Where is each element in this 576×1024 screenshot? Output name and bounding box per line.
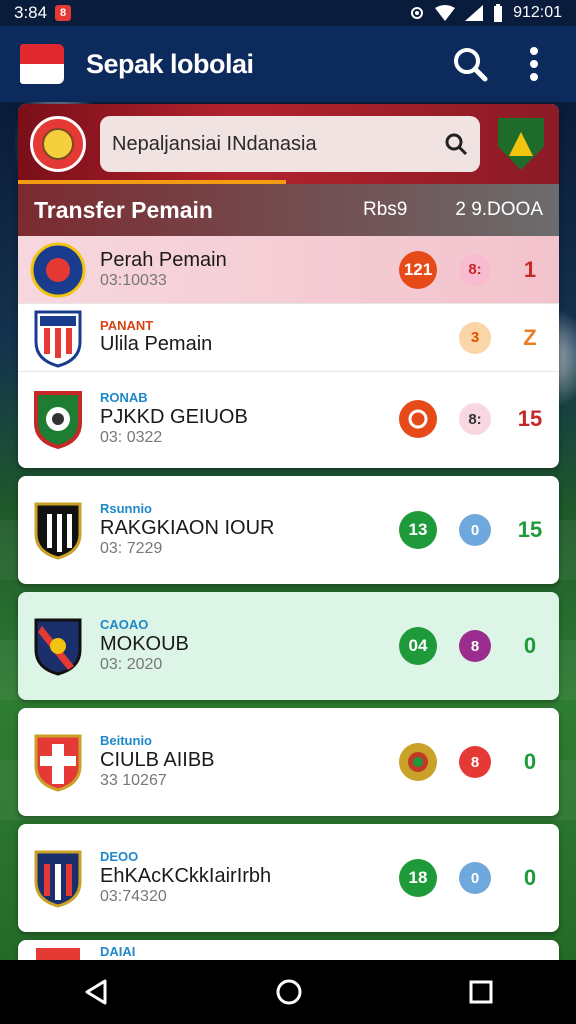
more-vert-icon bbox=[530, 47, 538, 81]
club-code: 03: 7229 bbox=[100, 539, 163, 557]
club-crest-icon bbox=[34, 502, 82, 560]
count-badge: 8: bbox=[459, 253, 491, 286]
row-value: 15 bbox=[517, 517, 543, 542]
app-bar: Sepak lobolai bbox=[0, 26, 576, 102]
status-bar: 3:84 8 912:01 bbox=[0, 0, 576, 26]
search-input[interactable]: Nepaljansiai INdanasia bbox=[100, 116, 480, 172]
club-list: Rsunnio RAKGKIAON IOUR 03: 7229 13 0 15 … bbox=[18, 476, 559, 968]
row-value: 15 bbox=[517, 406, 543, 431]
count-badge: 8 bbox=[459, 746, 491, 778]
transfer-card: Nepaljansiai INdanasia Transfer Pemain R… bbox=[18, 104, 559, 468]
club-crest-icon bbox=[34, 734, 82, 792]
player-name: PJKKD GEIUOB bbox=[100, 405, 248, 428]
row-value: 0 bbox=[523, 865, 537, 890]
row-category: CAOAO bbox=[100, 616, 149, 632]
score-badge: 18 bbox=[399, 859, 437, 897]
status-clock: 912:01 bbox=[513, 4, 562, 21]
row-value: 0 bbox=[523, 633, 537, 658]
row-category: RONAB bbox=[100, 389, 148, 405]
row-value: 0 bbox=[523, 749, 537, 774]
league-header: Nepaljansiai INdanasia bbox=[18, 104, 559, 184]
section-header: Transfer Pemain Rbs9 2 9.DOOA bbox=[18, 184, 559, 236]
club-logo-left[interactable] bbox=[30, 116, 86, 172]
list-item[interactable]: RONAB PJKKD GEIUOB 03: 0322 8: 15 bbox=[18, 372, 559, 466]
player-code: 03: 0322 bbox=[100, 428, 163, 446]
club-crest-icon bbox=[34, 391, 82, 449]
row-value: Z bbox=[523, 324, 537, 350]
section-col-right: 2 9.DOOA bbox=[455, 199, 543, 220]
club-name: CIULB AIIBB bbox=[100, 748, 215, 771]
player-name: Perah Pemain bbox=[100, 248, 227, 271]
club-logo-right[interactable] bbox=[498, 118, 544, 170]
list-item[interactable]: Rsunnio RAKGKIAON IOUR 03: 7229 13 0 15 bbox=[18, 476, 559, 584]
score-badge: 121 bbox=[399, 250, 437, 289]
wifi-icon bbox=[435, 5, 456, 21]
signal-icon bbox=[465, 5, 484, 21]
club-code: 33 10267 bbox=[100, 771, 167, 789]
row-category: Rsunnio bbox=[100, 500, 152, 516]
system-nav-bar bbox=[0, 960, 576, 1024]
row-category: DAIAI bbox=[100, 944, 136, 959]
gear-icon bbox=[411, 7, 424, 19]
club-code: 03: 2020 bbox=[100, 655, 163, 673]
tab-indicator bbox=[18, 180, 286, 184]
section-col-mid: Rbs9 bbox=[362, 199, 408, 220]
score-badge: 04 bbox=[399, 627, 437, 665]
search-text: Nepaljansiai INdanasia bbox=[112, 132, 317, 155]
club-code: 03:74320 bbox=[100, 887, 167, 905]
search-icon bbox=[445, 133, 468, 156]
count-badge: 8 bbox=[459, 630, 491, 662]
club-name: MOKOUB bbox=[100, 632, 189, 655]
list-item[interactable]: Beitunio CIULB AIIBB 33 10267 8 0 bbox=[18, 708, 559, 816]
search-button[interactable] bbox=[448, 42, 492, 86]
player-code: 03:10033 bbox=[100, 271, 167, 289]
club-badge-icon bbox=[399, 400, 437, 438]
home-icon[interactable] bbox=[275, 978, 303, 1006]
club-badge-icon bbox=[399, 743, 437, 781]
count-badge: 0 bbox=[459, 862, 491, 894]
notification-icon: 8 bbox=[55, 5, 72, 21]
club-crest-icon bbox=[34, 310, 82, 368]
list-item[interactable]: DEOO EhKAcKCkkIairIrbh 03:74320 18 0 0 bbox=[18, 824, 559, 932]
row-value: 1 bbox=[523, 256, 537, 282]
recents-icon[interactable] bbox=[469, 980, 493, 1004]
row-category: Beitunio bbox=[100, 732, 152, 748]
list-item[interactable]: PANANT Ulila Pemain 3 Z bbox=[18, 304, 559, 372]
club-name: EhKAcKCkkIairIrbh bbox=[100, 864, 272, 887]
indonesia-flag-icon bbox=[20, 44, 64, 84]
player-name: Ulila Pemain bbox=[100, 333, 213, 356]
app-title: Sepak lobolai bbox=[86, 48, 254, 79]
count-badge: 8: bbox=[459, 403, 491, 435]
status-time: 3:84 bbox=[14, 3, 48, 22]
section-title: Transfer Pemain bbox=[34, 196, 213, 223]
list-item[interactable]: Perah Pemain 03:10033 121 8: 1 bbox=[18, 236, 559, 304]
row-category: DEOO bbox=[100, 848, 139, 864]
search-icon bbox=[454, 48, 488, 82]
count-badge: 0 bbox=[459, 514, 491, 546]
battery-icon bbox=[494, 4, 503, 22]
score-badge: 13 bbox=[399, 511, 437, 549]
back-icon[interactable] bbox=[83, 978, 109, 1006]
club-name: RAKGKIAON IOUR bbox=[100, 516, 275, 539]
club-crest-icon bbox=[34, 850, 82, 908]
club-crest-icon bbox=[34, 618, 82, 676]
club-crest-icon bbox=[30, 242, 86, 297]
list-item[interactable]: CAOAO MOKOUB 03: 2020 04 8 0 bbox=[18, 592, 559, 700]
row-category: PANANT bbox=[100, 317, 154, 333]
count-badge: 3 bbox=[459, 321, 491, 354]
more-options-button[interactable] bbox=[512, 42, 556, 86]
